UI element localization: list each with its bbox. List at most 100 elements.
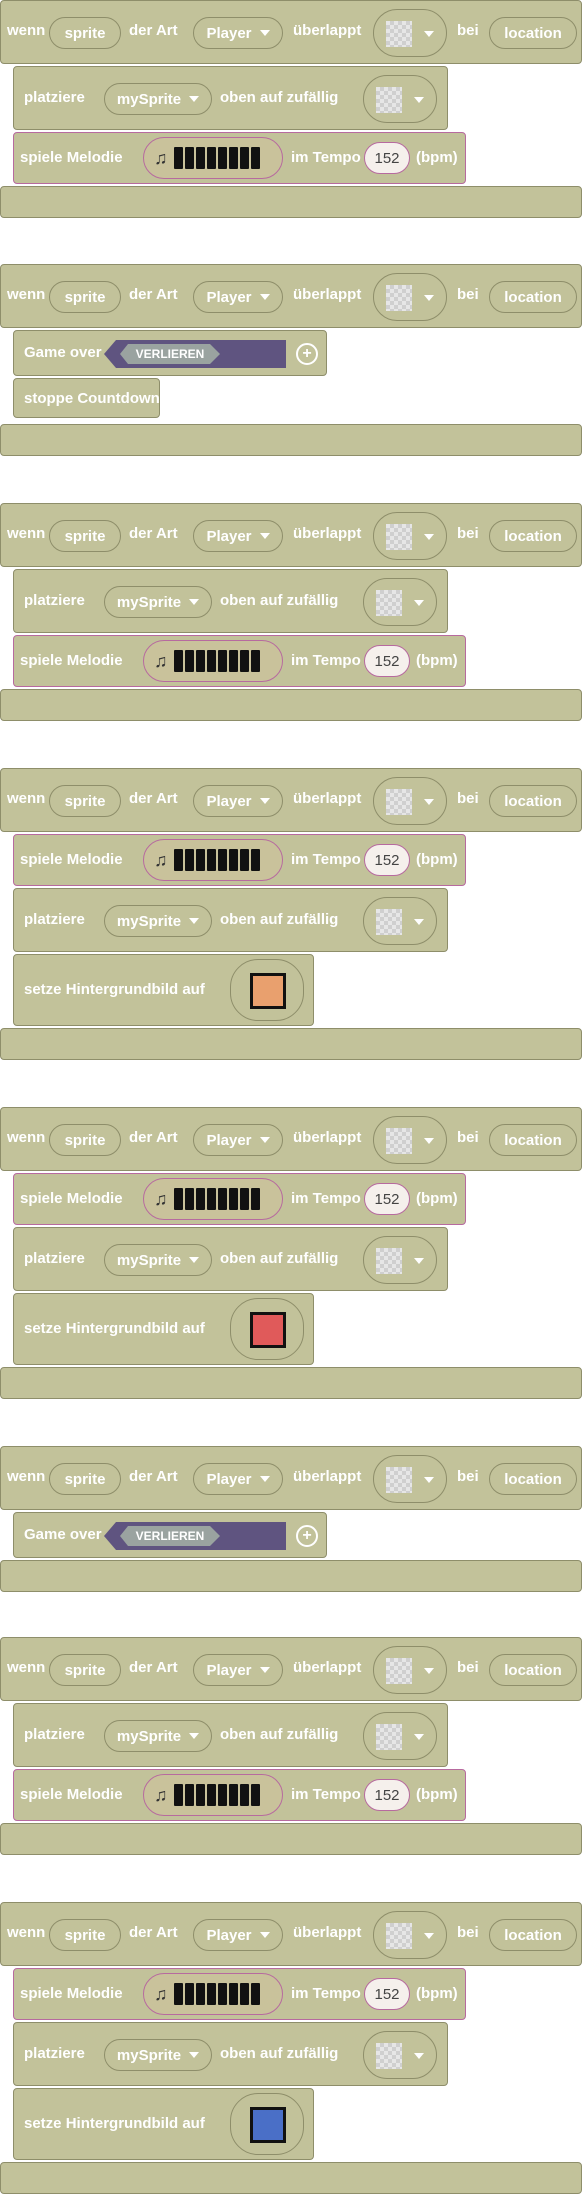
tile-image-dropdown[interactable]: [363, 75, 437, 123]
location-variable[interactable]: location: [489, 281, 577, 313]
play-melody-block[interactable]: spiele Melodie ♫ im Tempo 152 (bpm): [13, 1769, 466, 1821]
play-melody-block[interactable]: spiele Melodie ♫ im Tempo 152 (bpm): [13, 834, 466, 886]
location-variable[interactable]: location: [489, 17, 577, 49]
mysprite-dropdown[interactable]: mySprite: [104, 1244, 212, 1276]
tile-image-dropdown[interactable]: [373, 1116, 447, 1164]
kind-dropdown[interactable]: Player: [193, 1124, 283, 1156]
background-image-picker[interactable]: [230, 1298, 304, 1360]
sprite-variable[interactable]: sprite: [49, 281, 121, 313]
tile-image-dropdown[interactable]: [373, 1455, 447, 1503]
mysprite-dropdown[interactable]: mySprite: [104, 905, 212, 937]
on-overlap-event-block[interactable]: wenn sprite der Art Player überlappt bei…: [0, 1107, 582, 1171]
location-variable[interactable]: location: [489, 1463, 577, 1495]
sprite-variable[interactable]: sprite: [49, 785, 121, 817]
sprite-variable[interactable]: sprite: [49, 1919, 121, 1951]
place-on-top-block[interactable]: platziere mySprite oben auf zufällig: [13, 66, 448, 130]
melody-field[interactable]: ♫: [143, 1178, 283, 1220]
place-on-top-block[interactable]: platziere mySprite oben auf zufällig: [13, 569, 448, 633]
location-variable[interactable]: location: [489, 1654, 577, 1686]
game-over-effect-tag[interactable]: VERLIEREN: [104, 340, 286, 368]
sprite-variable[interactable]: sprite: [49, 520, 121, 552]
play-melody-block[interactable]: spiele Melodie ♫ im Tempo 152 (bpm): [13, 132, 466, 184]
tempo-input[interactable]: 152: [364, 1978, 410, 2010]
place-on-top-block[interactable]: platziere mySprite oben auf zufällig: [13, 888, 448, 952]
on-overlap-event-block[interactable]: wenn sprite der Art Player überlappt bei…: [0, 0, 582, 64]
kind-dropdown[interactable]: Player: [193, 785, 283, 817]
place-on-top-block[interactable]: platziere mySprite oben auf zufällig: [13, 1703, 448, 1767]
tile-image-dropdown[interactable]: [373, 1911, 447, 1959]
add-parameter-icon[interactable]: +: [296, 1525, 318, 1547]
chevron-down-icon: [414, 1258, 424, 1264]
kind-dropdown[interactable]: Player: [193, 1463, 283, 1495]
place-on-top-block[interactable]: platziere mySprite oben auf zufällig: [13, 2022, 448, 2086]
sprite-variable[interactable]: sprite: [49, 1654, 121, 1686]
location-variable[interactable]: location: [489, 1124, 577, 1156]
play-melody-block[interactable]: spiele Melodie ♫ im Tempo 152 (bpm): [13, 1173, 466, 1225]
oben-auf-label: oben auf zufällig: [220, 1250, 339, 1267]
tile-image-dropdown[interactable]: [363, 578, 437, 626]
location-variable[interactable]: location: [489, 520, 577, 552]
background-image-picker[interactable]: [230, 2093, 304, 2155]
add-parameter-icon[interactable]: +: [296, 343, 318, 365]
tile-image-dropdown[interactable]: [373, 273, 447, 321]
tempo-input[interactable]: 152: [364, 142, 410, 174]
mysprite-dropdown[interactable]: mySprite: [104, 2039, 212, 2071]
on-overlap-event-block[interactable]: wenn sprite der Art Player überlappt bei…: [0, 264, 582, 328]
tile-image-dropdown[interactable]: [363, 1712, 437, 1760]
set-background-image-block[interactable]: setze Hintergrundbild auf: [13, 954, 314, 1026]
on-overlap-event-block[interactable]: wenn sprite der Art Player überlappt bei…: [0, 1902, 582, 1966]
kind-dropdown[interactable]: Player: [193, 520, 283, 552]
tile-image-dropdown[interactable]: [373, 1646, 447, 1694]
location-variable[interactable]: location: [489, 1919, 577, 1951]
tile-image-dropdown[interactable]: [373, 777, 447, 825]
bei-label: bei: [457, 525, 479, 542]
chevron-down-icon: [414, 1734, 424, 1740]
wenn-label: wenn: [7, 286, 46, 303]
mysprite-dropdown[interactable]: mySprite: [104, 1720, 212, 1752]
on-overlap-event-block[interactable]: wenn sprite der Art Player überlappt bei…: [0, 503, 582, 567]
kind-dropdown[interactable]: Player: [193, 17, 283, 49]
game-over-effect-tag[interactable]: VERLIEREN: [104, 1522, 286, 1550]
tempo-input[interactable]: 152: [364, 645, 410, 677]
tempo-input[interactable]: 152: [364, 844, 410, 876]
melody-field[interactable]: ♫: [143, 1774, 283, 1816]
background-image-picker[interactable]: [230, 959, 304, 1021]
on-overlap-event-block[interactable]: wenn sprite der Art Player überlappt bei…: [0, 1446, 582, 1510]
tempo-input[interactable]: 152: [364, 1779, 410, 1811]
on-overlap-event-block[interactable]: wenn sprite der Art Player überlappt bei…: [0, 768, 582, 832]
game-over-block[interactable]: Game over VERLIEREN +: [13, 330, 327, 376]
background-swatch: [250, 2107, 286, 2143]
play-melody-block[interactable]: spiele Melodie ♫ im Tempo 152 (bpm): [13, 635, 466, 687]
tile-image-dropdown[interactable]: [363, 2031, 437, 2079]
mysprite-dropdown[interactable]: mySprite: [104, 586, 212, 618]
melody-field[interactable]: ♫: [143, 839, 283, 881]
stop-countdown-block[interactable]: stoppe Countdown: [13, 378, 160, 418]
on-overlap-event-block[interactable]: wenn sprite der Art Player überlappt bei…: [0, 1637, 582, 1701]
tempo-input[interactable]: 152: [364, 1183, 410, 1215]
mysprite-dropdown[interactable]: mySprite: [104, 83, 212, 115]
melody-field[interactable]: ♫: [143, 1973, 283, 2015]
tile-image-dropdown[interactable]: [363, 1236, 437, 1284]
tile-image-dropdown[interactable]: [373, 9, 447, 57]
place-on-top-block[interactable]: platziere mySprite oben auf zufällig: [13, 1227, 448, 1291]
kind-dropdown[interactable]: Player: [193, 1654, 283, 1686]
tile-image-dropdown[interactable]: [373, 512, 447, 560]
game-over-block[interactable]: Game over VERLIEREN +: [13, 1512, 327, 1558]
set-background-image-block[interactable]: setze Hintergrundbild auf: [13, 2088, 314, 2160]
tile-image-dropdown[interactable]: [363, 897, 437, 945]
der-art-label: der Art: [129, 1129, 178, 1146]
play-melody-block[interactable]: spiele Melodie ♫ im Tempo 152 (bpm): [13, 1968, 466, 2020]
chevron-down-icon: [424, 1138, 434, 1144]
im-tempo-label: im Tempo: [291, 1985, 361, 2002]
sprite-variable[interactable]: sprite: [49, 17, 121, 49]
kind-dropdown[interactable]: Player: [193, 1919, 283, 1951]
set-background-image-block[interactable]: setze Hintergrundbild auf: [13, 1293, 314, 1365]
melody-field[interactable]: ♫: [143, 640, 283, 682]
sprite-variable[interactable]: sprite: [49, 1463, 121, 1495]
kind-dropdown[interactable]: Player: [193, 281, 283, 313]
checker-icon: [386, 789, 412, 815]
platziere-label: platziere: [24, 1250, 85, 1267]
melody-field[interactable]: ♫: [143, 137, 283, 179]
sprite-variable[interactable]: sprite: [49, 1124, 121, 1156]
location-variable[interactable]: location: [489, 785, 577, 817]
